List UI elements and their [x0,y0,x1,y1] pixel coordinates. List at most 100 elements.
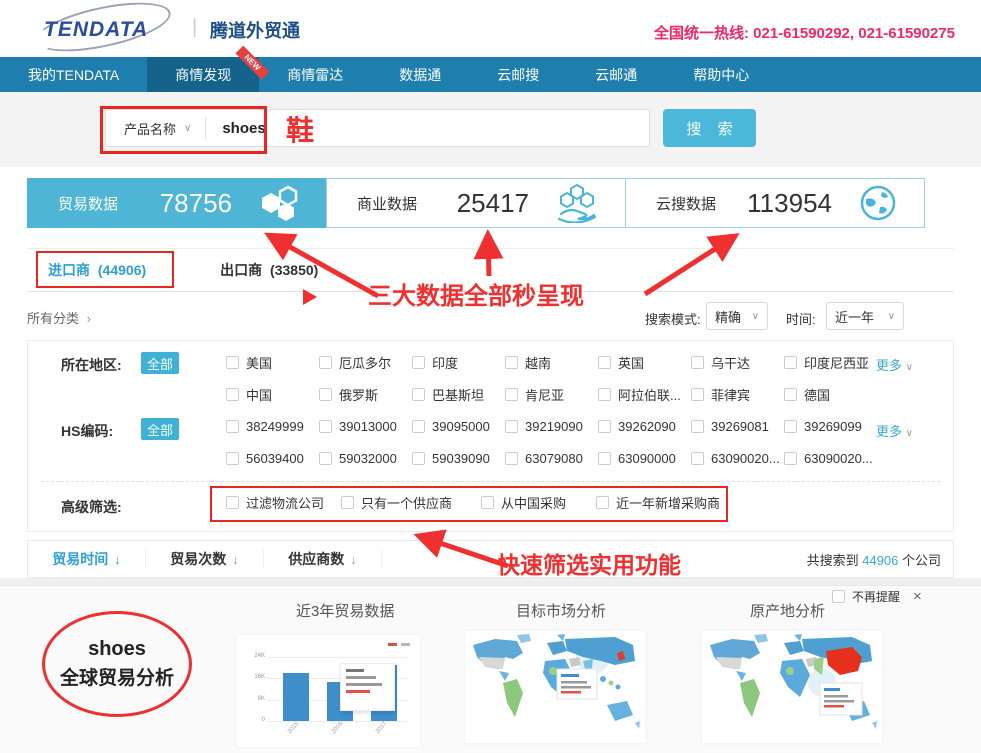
chart-ytick: 24K [254,653,265,659]
nav-item-6[interactable]: 云邮通 [567,57,665,92]
region-checkbox[interactable]: 菲律宾 [691,385,784,404]
search-mode-select[interactable]: 精确 ∨ [706,302,768,330]
trade-chart-title: 近3年贸易数据 [296,600,394,621]
region-all-badge[interactable]: 全部 [141,352,179,374]
hs-code-checkbox-label: 39013000 [339,419,397,434]
nav-item-label: 云邮通 [595,65,637,85]
region-checkbox[interactable]: 乌干达 [691,353,784,372]
advanced-checkbox[interactable]: 只有一个供应商 [341,493,481,512]
tab-exporters[interactable]: 出口商 (33850) [220,260,318,280]
nav-item-7[interactable]: 帮助中心 [665,57,777,92]
dismiss-checkbox[interactable] [832,590,845,603]
advanced-checkbox[interactable]: 近一年新增采购商 [596,493,720,512]
world-map-target-market [465,631,645,743]
hs-code-checkbox[interactable]: 39269081 [691,419,784,434]
hs-code-checkbox[interactable]: 38249999 [226,419,319,434]
region-checkbox[interactable]: 越南 [505,353,598,372]
nav-item-3[interactable]: 商情雷达 [259,57,371,92]
circle-text-query: shoes [88,638,146,661]
annotation-filter-text: 快速筛选实用功能 [497,546,681,580]
nav-item-5[interactable]: 云邮搜 [469,57,567,92]
sort-item-3[interactable]: 供应商数↓ [264,550,382,568]
checkbox-icon [784,388,797,401]
tab-importers[interactable]: 进口商 (44906) [48,260,146,280]
sort-item-label: 供应商数 [288,549,344,569]
result-suffix: 个公司 [902,553,941,568]
region-checkbox-label: 俄罗斯 [339,385,378,404]
region-more-link[interactable]: 更多 ∨ [876,355,913,374]
region-checkbox[interactable]: 巴基斯坦 [412,385,505,404]
nav-item-label: 商情发现 [175,65,231,85]
hotline-label: 全国统一热线: [654,25,749,42]
nav-item-4[interactable]: 数据通 [371,57,469,92]
nav-item-1[interactable]: 我的TENDATA [0,57,147,92]
world-map-origin [702,631,882,743]
region-checkbox[interactable]: 俄罗斯 [319,385,412,404]
dashed-divider [41,481,940,482]
stat-card-3[interactable]: 云搜数据113954 [625,178,925,228]
hexagons-icon [258,185,300,221]
checkbox-icon [226,452,239,465]
hs-code-all-badge[interactable]: 全部 [141,418,179,440]
advanced-checkbox[interactable]: 从中国采购 [481,493,596,512]
nav-item-2[interactable]: 商情发现NEW [147,57,259,92]
region-checkbox[interactable]: 厄瓜多尔 [319,353,412,372]
region-checkbox[interactable]: 德国 [784,385,877,404]
hs-code-checkbox[interactable]: 39269099 [784,419,877,434]
hs-code-checkbox[interactable]: 39219090 [505,419,598,434]
time-filter-select[interactable]: 近一年 ∨ [826,302,904,330]
region-checkbox[interactable]: 肯尼亚 [505,385,598,404]
logo-text: TENDATA [44,18,148,42]
sort-items: 贸易时间↓贸易次数↓供应商数↓ [28,541,382,577]
hs-code-checkbox-label: 39219090 [525,419,583,434]
region-checkbox[interactable]: 美国 [226,353,319,372]
sort-item-1[interactable]: 贸易时间↓ [28,550,146,568]
hs-code-checkbox-label: 63090000 [618,451,676,466]
breadcrumb[interactable]: 所有分类 › [27,308,91,327]
search-button[interactable]: 搜 索 [663,109,756,147]
search-field-select[interactable]: 产品名称 ∨ [106,110,205,146]
region-checkbox[interactable]: 印度 [412,353,505,372]
stat-card-1[interactable]: 贸易数据78756 [27,178,327,228]
hs-code-checkbox[interactable]: 39095000 [412,419,505,434]
result-count: 共搜索到 44906 个公司 [807,550,941,569]
close-icon[interactable]: × [913,588,922,605]
hs-code-checkbox[interactable]: 63090020... [784,451,877,466]
hs-code-checkbox[interactable]: 59032000 [319,451,412,466]
checkbox-icon [226,496,239,509]
sort-item-2[interactable]: 贸易次数↓ [146,550,264,568]
stat-label: 云搜数据 [656,193,716,214]
result-number: 44906 [862,553,898,568]
search-mode-value: 精确 [715,307,741,326]
hs-code-checkbox[interactable]: 39013000 [319,419,412,434]
stat-card-2[interactable]: 商业数据25417 [326,178,626,228]
advanced-checkbox[interactable]: 过滤物流公司 [226,493,341,512]
sort-bar: 贸易时间↓贸易次数↓供应商数↓ 共搜索到 44906 个公司 [27,540,954,578]
trade-bar-chart: 24K16K8K0201520162017 [237,635,420,747]
region-checkbox-label: 越南 [525,353,551,372]
hs-code-checkbox[interactable]: 39262090 [598,419,691,434]
chart-xtick: 2017 [375,721,388,735]
region-checkbox[interactable]: 印度尼西亚 [784,353,877,372]
hs-code-checkbox[interactable]: 63090000 [598,451,691,466]
region-checkbox[interactable]: 中国 [226,385,319,404]
region-checkbox[interactable]: 英国 [598,353,691,372]
hs-code-checkbox[interactable]: 63090020... [691,451,784,466]
search-input[interactable]: shoes [206,120,281,137]
circle-text-label: 全球贸易分析 [60,663,174,690]
region-checkbox[interactable]: 阿拉伯联... [598,385,691,404]
chevron-down-icon: ∨ [184,123,191,134]
chart-gridline [267,657,407,658]
hs-code-checkbox[interactable]: 59039090 [412,451,505,466]
hs-code-checkbox[interactable]: 56039400 [226,451,319,466]
breadcrumb-label: 所有分类 [27,311,79,326]
checkbox-icon [691,356,704,369]
hs-code-more-link[interactable]: 更多 ∨ [876,421,913,440]
section-gap [0,578,981,585]
hs-code-checkbox[interactable]: 63079080 [505,451,598,466]
search-section: 产品名称 ∨ shoes 搜 索 [0,92,981,167]
search-box: 产品名称 ∨ shoes [105,109,650,147]
stat-label: 商业数据 [357,193,417,214]
checkbox-icon [505,420,518,433]
hs-code-checkbox-label: 39269099 [804,419,862,434]
